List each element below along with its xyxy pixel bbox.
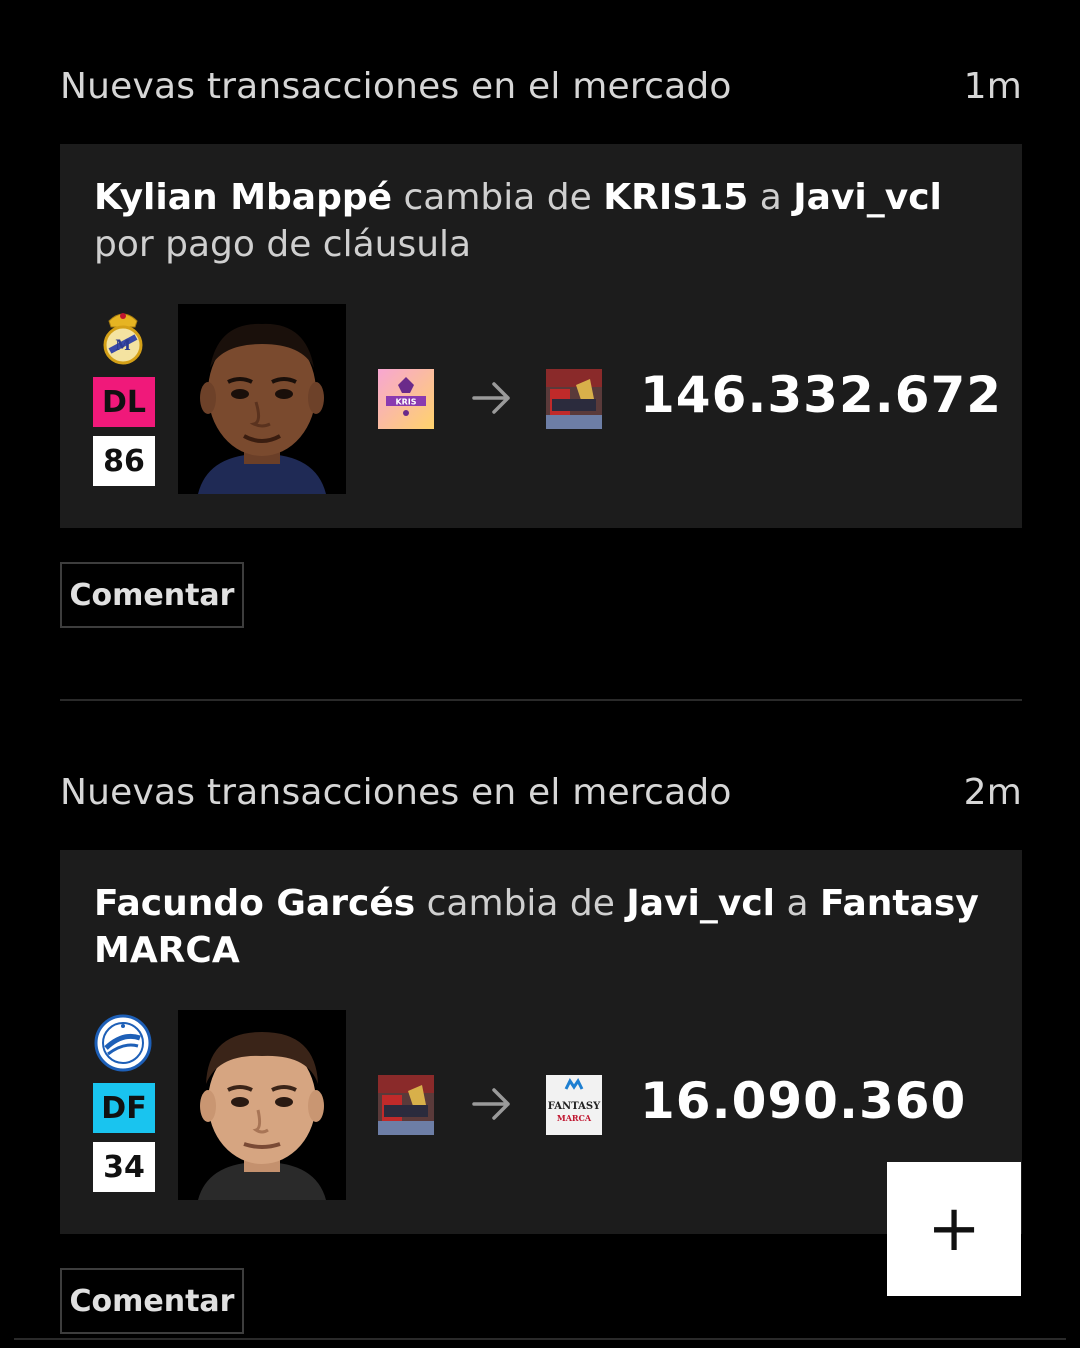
market-feed: Nuevas transacciones en el mercado 1m Ky… [0,0,1080,1348]
seller-name[interactable]: Javi_vcl [626,883,775,924]
transfer-price: 146.332.672 [640,366,1003,424]
svg-text:MARCA: MARCA [557,1113,592,1123]
position-badge: DL [93,377,155,427]
headline-text: a [759,177,782,218]
real-madrid-crest-icon: M [94,308,152,366]
player-score-badge: 86 [93,436,155,486]
headline-text: a [786,883,809,924]
player-score-badge: 34 [93,1142,155,1192]
svg-text:FANTASY: FANTASY [548,1101,601,1112]
transaction-card[interactable]: Facundo Garcés cambia de Javi_vcl a Fant… [60,850,1022,1234]
post-header: Nuevas transacciones en el mercado 2m [60,762,1022,822]
javi-team-logo[interactable] [378,1075,434,1135]
alaves-crest-icon [94,1014,152,1072]
comment-button[interactable]: Comentar [60,562,244,628]
divider [14,1338,1066,1340]
post-title: Nuevas transacciones en el mercado [60,65,732,107]
post-title: Nuevas transacciones en el mercado [60,771,732,813]
seller-name[interactable]: KRIS15 [603,177,748,218]
player-name[interactable]: Facundo Garcés [94,883,415,924]
post-time: 2m [963,771,1022,813]
transaction-headline: Facundo Garcés cambia de Javi_vcl a Fant… [94,880,994,974]
javi-team-logo[interactable] [546,369,602,429]
arrow-right-icon [470,1082,514,1126]
transfer-price: 16.090.360 [640,1072,967,1130]
position-badge: DF [93,1083,155,1133]
player-photo[interactable] [178,1010,346,1200]
headline-text: cambia de [403,177,592,218]
add-button[interactable]: + [887,1162,1021,1296]
transaction-card[interactable]: Kylian Mbappé cambia de KRIS15 a Javi_vc… [60,144,1022,528]
headline-text: por pago de cláusula [94,224,472,265]
svg-text:KRIS: KRIS [395,398,416,407]
post-header: Nuevas transacciones en el mercado 1m [60,56,1022,116]
arrow-right-icon [470,376,514,420]
kris-team-logo[interactable]: KRIS [378,369,434,429]
svg-text:M: M [115,338,131,354]
transaction-headline: Kylian Mbappé cambia de KRIS15 a Javi_vc… [94,174,994,268]
headline-text: cambia de [426,883,615,924]
player-photo[interactable] [178,304,346,494]
divider [60,699,1022,701]
buyer-name[interactable]: Javi_vcl [793,177,942,218]
comment-button[interactable]: Comentar [60,1268,244,1334]
fantasy-marca-logo[interactable]: FANTASY MARCA [546,1075,602,1135]
post-time: 1m [963,65,1022,107]
player-name[interactable]: Kylian Mbappé [94,177,392,218]
